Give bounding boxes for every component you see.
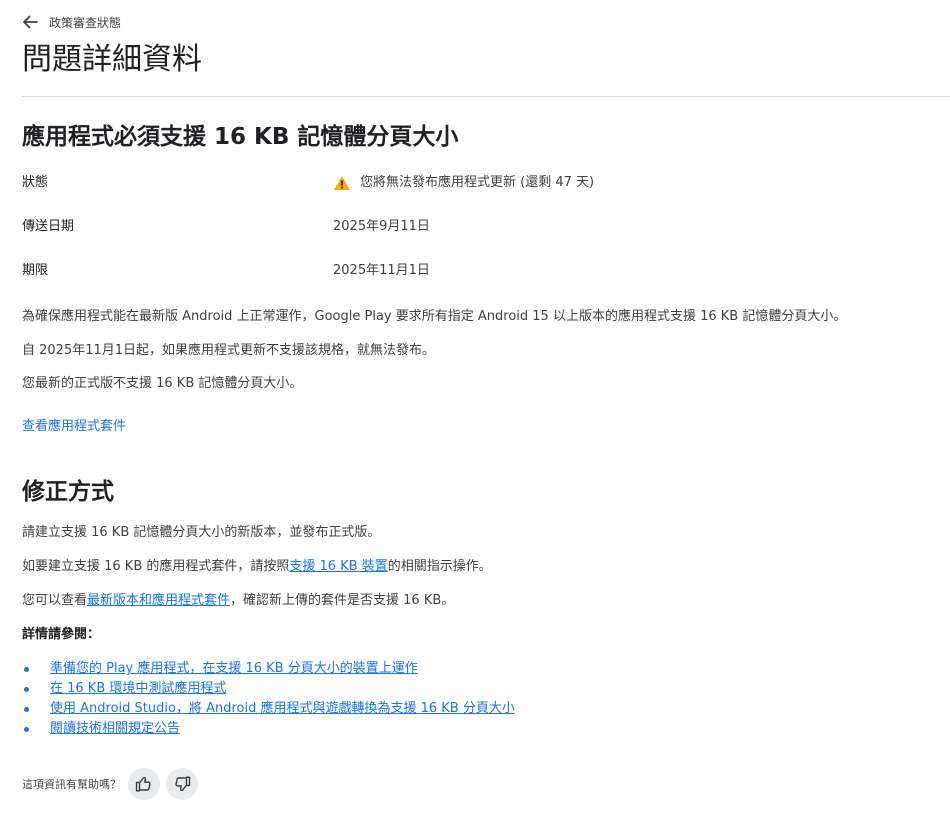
feedback-label: 這項資訊有幫助嗎？ bbox=[22, 778, 121, 791]
view-app-bundle-link[interactable]: 查看應用程式套件 bbox=[22, 417, 126, 437]
deadline-row: 期限 2025年11月1日 bbox=[22, 261, 922, 281]
bullet bbox=[24, 727, 29, 732]
bullet bbox=[24, 707, 29, 712]
reference-links-list: 準備您的 Play 應用程式，在支援 16 KB 分頁大小的裝置上運作 在 16… bbox=[22, 659, 515, 739]
thumb-up-icon bbox=[135, 775, 153, 793]
back-link[interactable]: 政策審查狀態 bbox=[22, 12, 121, 32]
sent-date-row: 傳送日期 2025年9月11日 bbox=[22, 217, 922, 237]
technical-announcement-link[interactable]: 閱讀技術相關規定公告 bbox=[50, 721, 180, 736]
status-label: 狀態 bbox=[22, 175, 49, 190]
sent-date-label: 傳送日期 bbox=[22, 219, 75, 234]
test-16kb-environment-link[interactable]: 在 16 KB 環境中測試應用程式 bbox=[50, 681, 226, 696]
bullet bbox=[24, 687, 29, 692]
more-info-label: 詳情請參閱： bbox=[22, 627, 101, 642]
header-divider bbox=[22, 96, 950, 97]
fix-section-title: 修正方式 bbox=[22, 479, 114, 505]
thumb-up-button[interactable] bbox=[128, 768, 160, 800]
issue-title: 應用程式必須支援 16 KB 記憶體分頁大小 bbox=[22, 121, 458, 153]
issue-title-suffix: 記憶體分頁大小 bbox=[289, 124, 459, 150]
feedback-bar: 這項資訊有幫助嗎？ bbox=[22, 767, 204, 801]
fix-step-1: 請建立支援 16 KB 記憶體分頁大小的新版本，並發布正式版。 bbox=[22, 525, 381, 540]
fix-step-3: 您可以查看最新版本和應用程式套件，確認新上傳的套件是否支援 16 KB。 bbox=[22, 591, 454, 611]
list-item: 準備您的 Play 應用程式，在支援 16 KB 分頁大小的裝置上運作 bbox=[22, 659, 515, 679]
deadline-label: 期限 bbox=[22, 263, 49, 278]
status-value: 您將無法發布應用程式更新 (還剩 47 天) bbox=[333, 173, 594, 193]
issue-title-bold: 16 KB bbox=[214, 124, 290, 150]
android-studio-convert-link[interactable]: 使用 Android Studio，將 Android 應用程式與遊戲轉換為支援… bbox=[50, 701, 515, 716]
arrow-left-icon[interactable] bbox=[22, 15, 40, 29]
latest-releases-bundles-link[interactable]: 最新版本和應用程式套件 bbox=[87, 593, 230, 608]
warning-icon bbox=[333, 175, 351, 191]
fix-step-2: 如要建立支援 16 KB 的應用程式套件，請按照支援 16 KB 裝置的相關指示… bbox=[22, 557, 492, 577]
list-item: 在 16 KB 環境中測試應用程式 bbox=[22, 679, 515, 699]
thumb-down-button[interactable] bbox=[166, 768, 198, 800]
deadline-value: 2025年11月1日 bbox=[333, 263, 430, 278]
fix-step-3-text-after: ，確認新上傳的套件是否支援 16 KB。 bbox=[230, 593, 455, 608]
prepare-play-app-link[interactable]: 準備您的 Play 應用程式，在支援 16 KB 分頁大小的裝置上運作 bbox=[50, 661, 418, 676]
page-title: 問題詳細資料 bbox=[22, 42, 202, 77]
back-link-label[interactable]: 政策審查狀態 bbox=[49, 14, 121, 31]
fix-step-2-text-after: 的相關指示操作。 bbox=[387, 559, 492, 574]
bullet bbox=[24, 667, 29, 672]
sent-date-value: 2025年9月11日 bbox=[333, 219, 430, 234]
fix-step-3-text-before: 您可以查看 bbox=[22, 593, 88, 608]
support-16kb-devices-link[interactable]: 支援 16 KB 裝置 bbox=[289, 559, 387, 574]
issue-details-page: 政策審查狀態 問題詳細資料 應用程式必須支援 16 KB 記憶體分頁大小 狀態 … bbox=[0, 0, 950, 821]
issue-title-prefix: 應用程式必須支援 bbox=[22, 124, 215, 150]
list-item: 使用 Android Studio，將 Android 應用程式與遊戲轉換為支援… bbox=[22, 699, 515, 719]
thumb-down-icon bbox=[173, 775, 191, 793]
fix-step-2-text-before: 如要建立支援 16 KB 的應用程式套件，請按照 bbox=[22, 559, 290, 574]
issue-current-release-note: 您最新的正式版不支援 16 KB 記憶體分頁大小。 bbox=[22, 376, 303, 391]
issue-description: 為確保應用程式能在最新版 Android 上正常運作，Google Play 要… bbox=[22, 309, 847, 324]
list-item: 閱讀技術相關規定公告 bbox=[22, 719, 515, 739]
issue-deadline-note: 自 2025年11月1日起，如果應用程式更新不支援該規格，就無法發布。 bbox=[22, 343, 436, 358]
status-text: 您將無法發布應用程式更新 (還剩 47 天) bbox=[360, 175, 595, 190]
status-row: 狀態 您將無法發布應用程式更新 (還剩 47 天) bbox=[22, 173, 922, 193]
